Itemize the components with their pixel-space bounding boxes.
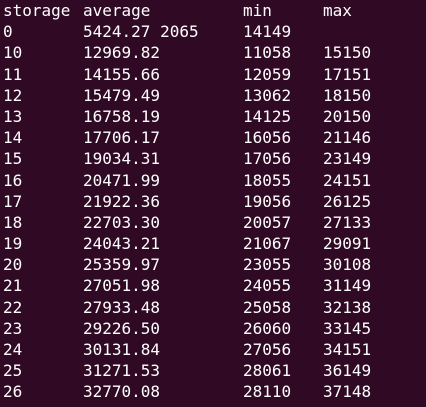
cell-max: 32138 [323, 297, 372, 317]
cell-storage: 12 [3, 85, 23, 105]
output-line: 24 30131.84 27056 34151 [0, 339, 426, 360]
cell-max: 24151 [323, 170, 372, 190]
cell-min: 14125 [243, 106, 292, 126]
cell-storage: 10 [3, 43, 23, 63]
cell-max: 23149 [323, 149, 372, 169]
cell-storage: 14 [3, 128, 23, 148]
output-line: 12 15479.49 13062 18150 [0, 85, 426, 106]
cell-storage: 19 [3, 234, 23, 254]
cell-storage: 25 [3, 361, 23, 381]
cell-average: 12969.82 [83, 43, 161, 63]
output-line: 17 21922.36 19056 26125 [0, 191, 426, 212]
cell-min: 28110 [243, 382, 292, 402]
output-line: 13 16758.19 14125 20150 [0, 106, 426, 127]
cell-storage: 21 [3, 276, 23, 296]
cell-max: 18150 [323, 85, 372, 105]
output-line: 23 29226.50 26060 33145 [0, 318, 426, 339]
output-line: 15 19034.31 17056 23149 [0, 148, 426, 169]
cell-max: 27133 [323, 212, 372, 232]
cell-min: 19056 [243, 191, 292, 211]
cell-average: 24043.21 [83, 234, 161, 254]
cell-min: 20057 [243, 212, 292, 232]
cell-max: 33145 [323, 318, 372, 338]
cell-average: 27051.98 [83, 276, 161, 296]
cell-min: 28061 [243, 361, 292, 381]
cell-storage: 11 [3, 64, 23, 84]
cell-average: 30131.84 [83, 340, 161, 359]
cell-min: 21067 [243, 234, 292, 254]
cell-average: 15479.49 [83, 85, 161, 105]
cell-average: 17706.17 [83, 128, 161, 148]
cell-min: 24055 [243, 276, 292, 296]
cell-max: 34151 [323, 340, 372, 359]
cell-min: 17056 [243, 149, 292, 169]
cell-storage: 13 [3, 106, 23, 126]
header-min: min [243, 1, 272, 20]
cell-storage: 24 [3, 340, 23, 359]
terminal-window[interactable]: storage average min max 0 5424.27 2065 141… [0, 0, 426, 407]
cell-average: 29226.50 [83, 318, 161, 338]
cell-average: 14155.66 [83, 64, 161, 84]
cell-min: 16056 [243, 128, 292, 148]
cell-storage: 0 [3, 22, 13, 42]
cell-storage: 20 [3, 255, 23, 275]
cell-max: 36149 [323, 361, 372, 381]
cell-storage: 15 [3, 149, 23, 169]
output-line: 16 20471.99 18055 24151 [0, 170, 426, 191]
cell-min: 23055 [243, 255, 292, 275]
cell-average: 21922.36 [83, 191, 161, 211]
output-line: 19 24043.21 21067 29091 [0, 233, 426, 254]
cell-min: 13062 [243, 85, 292, 105]
output-line: 18 22703.30 20057 27133 [0, 212, 426, 233]
cell-max: 30108 [323, 255, 372, 275]
cell-min: 14149 [243, 22, 292, 42]
cell-average: 32770.08 [83, 382, 161, 402]
output-line: 22 27933.48 25058 32138 [0, 297, 426, 318]
cell-min: 26060 [243, 318, 292, 338]
cell-average: 22703.30 [83, 212, 161, 232]
header-average: average [83, 1, 151, 20]
cell-average: 20471.99 [83, 170, 161, 190]
cell-average: 5424.27 2065 [83, 22, 199, 42]
cell-max: 26125 [323, 191, 372, 211]
cell-average: 31271.53 [83, 361, 161, 381]
cell-storage: 17 [3, 191, 23, 211]
cell-average: 25359.97 [83, 255, 161, 275]
header-line: storage average min max [0, 0, 426, 21]
cell-average: 16758.19 [83, 106, 161, 126]
cell-max: 31149 [323, 276, 372, 296]
output-line: 21 27051.98 24055 31149 [0, 275, 426, 296]
cell-min: 25058 [243, 297, 292, 317]
cell-average: 27933.48 [83, 297, 161, 317]
output-line: 10 12969.82 11058 15150 [0, 42, 426, 63]
output-line: 26 32770.08 28110 37148 [0, 381, 426, 402]
cell-max: 21146 [323, 128, 372, 148]
cell-max: 17151 [323, 64, 372, 84]
cell-min: 27056 [243, 340, 292, 359]
cell-max: 20150 [323, 106, 372, 126]
cell-storage: 26 [3, 382, 23, 402]
output-line: 25 31271.53 28061 36149 [0, 360, 426, 381]
output-line: 14 17706.17 16056 21146 [0, 127, 426, 148]
cell-storage: 16 [3, 170, 23, 190]
cell-max: 15150 [323, 43, 372, 63]
cell-min: 18055 [243, 170, 292, 190]
cell-min: 12059 [243, 64, 292, 84]
output-line: 0 5424.27 2065 14149 [0, 21, 426, 42]
cell-max: 29091 [323, 234, 372, 254]
output-line: 11 14155.66 12059 17151 [0, 64, 426, 85]
cell-average: 19034.31 [83, 149, 161, 169]
header-storage: storage [3, 1, 71, 20]
cell-max: 37148 [323, 382, 372, 402]
cell-storage: 18 [3, 212, 23, 232]
header-max: max [323, 1, 352, 20]
cell-storage: 22 [3, 297, 23, 317]
output-line: 20 25359.97 23055 30108 [0, 254, 426, 275]
output-rows: 0 5424.27 2065 14149 10 12969.82 11058 15150 11… [0, 21, 426, 402]
cell-min: 11058 [243, 43, 292, 63]
cell-storage: 23 [3, 318, 23, 338]
